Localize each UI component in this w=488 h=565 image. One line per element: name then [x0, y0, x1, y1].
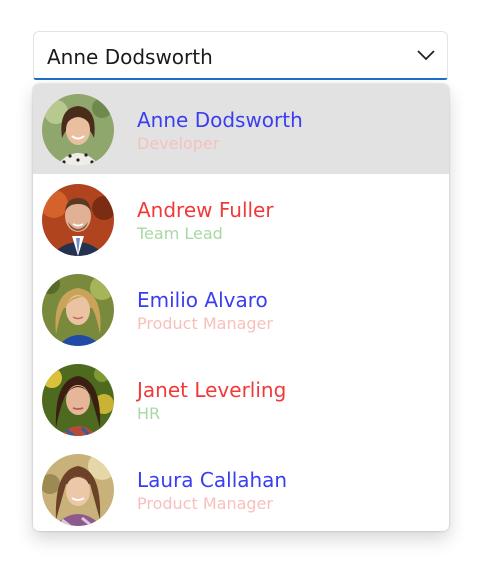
avatar-andrew-fuller [42, 184, 114, 256]
avatar-anne-dodsworth [42, 94, 114, 166]
employee-name: Anne Dodsworth [137, 108, 303, 132]
list-item-laura-callahan[interactable]: Laura Callahan Product Manager [33, 444, 449, 531]
employee-role: Product Manager [137, 494, 273, 513]
employee-role: Product Manager [137, 314, 273, 333]
employee-name: Andrew Fuller [137, 198, 274, 222]
employee-role: Team Lead [137, 224, 223, 243]
avatar-janet-leverling [42, 364, 114, 436]
list-item-emilio-alvaro[interactable]: Emilio Alvaro Product Manager [33, 264, 449, 354]
employee-name: Janet Leverling [137, 378, 287, 402]
employee-name: Laura Callahan [137, 468, 288, 492]
avatar-laura-callahan [42, 454, 114, 526]
employee-role: Developer [137, 134, 220, 153]
list-item-anne-dodsworth[interactable]: Anne Dodsworth Developer [33, 84, 449, 174]
avatar-emilio-alvaro [42, 274, 114, 346]
employee-combobox[interactable]: Anne Dodsworth [33, 31, 448, 80]
employee-role: HR [137, 404, 161, 423]
dropdown-list: Anne Dodsworth Developer Andrew Fuller T… [33, 84, 449, 531]
employee-name: Emilio Alvaro [137, 288, 268, 312]
list-item-janet-leverling[interactable]: Janet Leverling HR [33, 354, 449, 444]
combobox-selected-text[interactable]: Anne Dodsworth [47, 45, 213, 69]
chevron-down-icon[interactable] [417, 48, 435, 61]
list-item-andrew-fuller[interactable]: Andrew Fuller Team Lead [33, 174, 449, 264]
